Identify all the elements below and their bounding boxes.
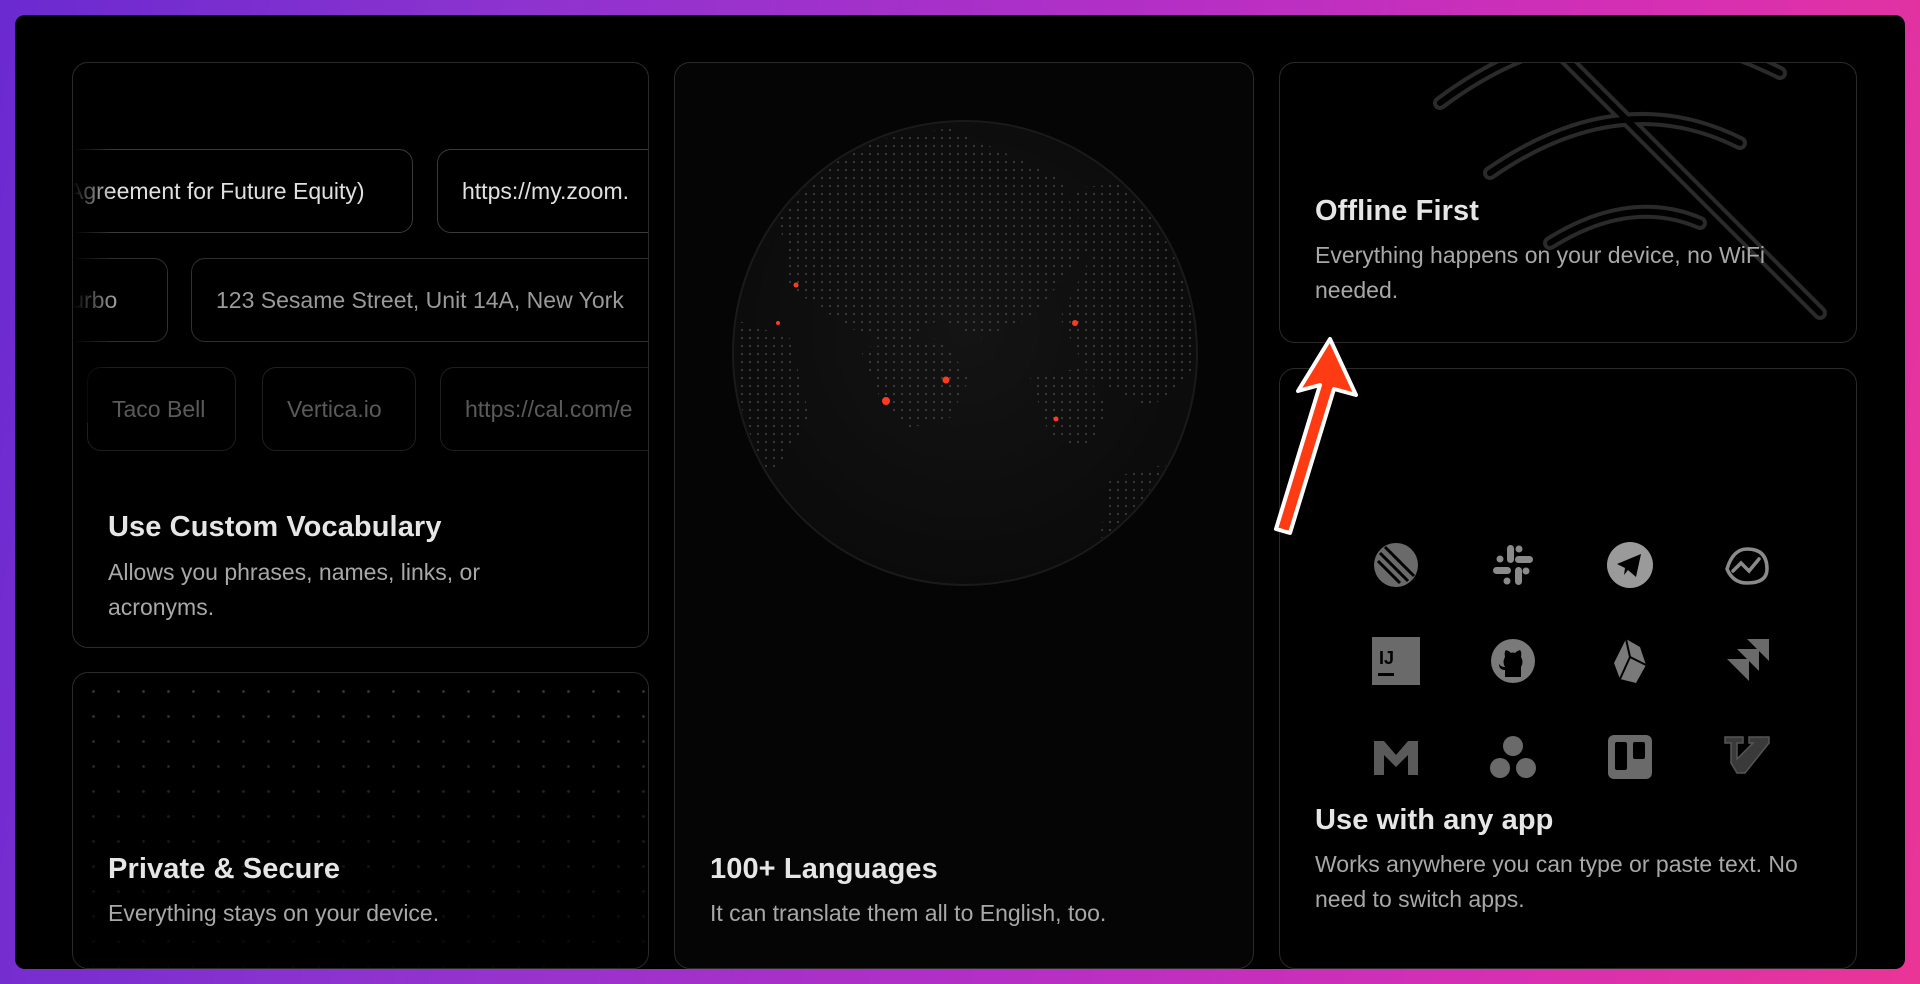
annotation-arrow-icon <box>1274 337 1358 535</box>
location-dot <box>1053 416 1059 422</box>
basecamp-icon <box>1721 539 1773 591</box>
card-description: Everything stays on your device. <box>108 900 440 926</box>
asana-icon <box>1487 731 1539 783</box>
vocab-chip: https://cal.com/e <box>440 367 648 451</box>
custom-vocabulary-card: Agreement for Future Equity) https://my.… <box>72 62 649 648</box>
vim-icon <box>1721 731 1773 783</box>
vocab-chip: Agreement for Future Equity) <box>73 149 413 233</box>
location-dot <box>882 397 890 405</box>
card-title: Offline First <box>1315 195 1480 227</box>
vocab-chip: 123 Sesame Street, Unit 14A, New York <box>191 258 648 342</box>
location-dot <box>1072 320 1078 326</box>
chip-fade <box>73 123 113 423</box>
icon-fade-left <box>1280 519 1350 819</box>
linear-icon <box>1370 539 1422 591</box>
globe-graphic <box>732 120 1198 586</box>
card-title: Private & Secure <box>108 853 341 885</box>
offline-first-card: Offline First Everything happens on your… <box>1279 62 1857 343</box>
github-icon <box>1487 635 1539 687</box>
languages-card: 100+ Languages It can translate them all… <box>674 62 1254 969</box>
location-dot <box>776 321 780 325</box>
telegram-icon <box>1604 539 1656 591</box>
location-dot <box>942 376 950 384</box>
card-description: Everything happens on your device, no Wi… <box>1315 242 1766 303</box>
vocab-chip: Vertica.io <box>262 367 416 451</box>
card-title: 100+ Languages <box>710 853 938 885</box>
intellij-icon: IJ <box>1370 635 1422 687</box>
svg-text:IJ: IJ <box>1379 648 1394 668</box>
obsidian-icon <box>1604 635 1656 687</box>
slack-icon <box>1487 539 1539 591</box>
gmail-icon <box>1370 731 1422 783</box>
vocab-chip: https://my.zoom. <box>437 149 648 233</box>
private-secure-card: Private & Secure Everything stays on you… <box>72 672 649 969</box>
card-description: Works anywhere you can type or paste tex… <box>1315 851 1798 912</box>
jira-icon <box>1721 635 1773 687</box>
card-description: Allows you phrases, names, links, or acr… <box>108 559 480 620</box>
icon-fade-right <box>1816 519 1856 819</box>
card-title: Use with any app <box>1315 804 1554 836</box>
feature-grid: Agreement for Future Equity) https://my.… <box>15 15 1905 969</box>
trello-icon <box>1604 731 1656 783</box>
location-dot <box>793 282 799 288</box>
card-title: Use Custom Vocabulary <box>108 511 442 543</box>
card-description: It can translate them all to English, to… <box>710 900 1107 926</box>
use-with-any-app-card: IJ Use with any app Works anywhere you c… <box>1279 368 1857 969</box>
